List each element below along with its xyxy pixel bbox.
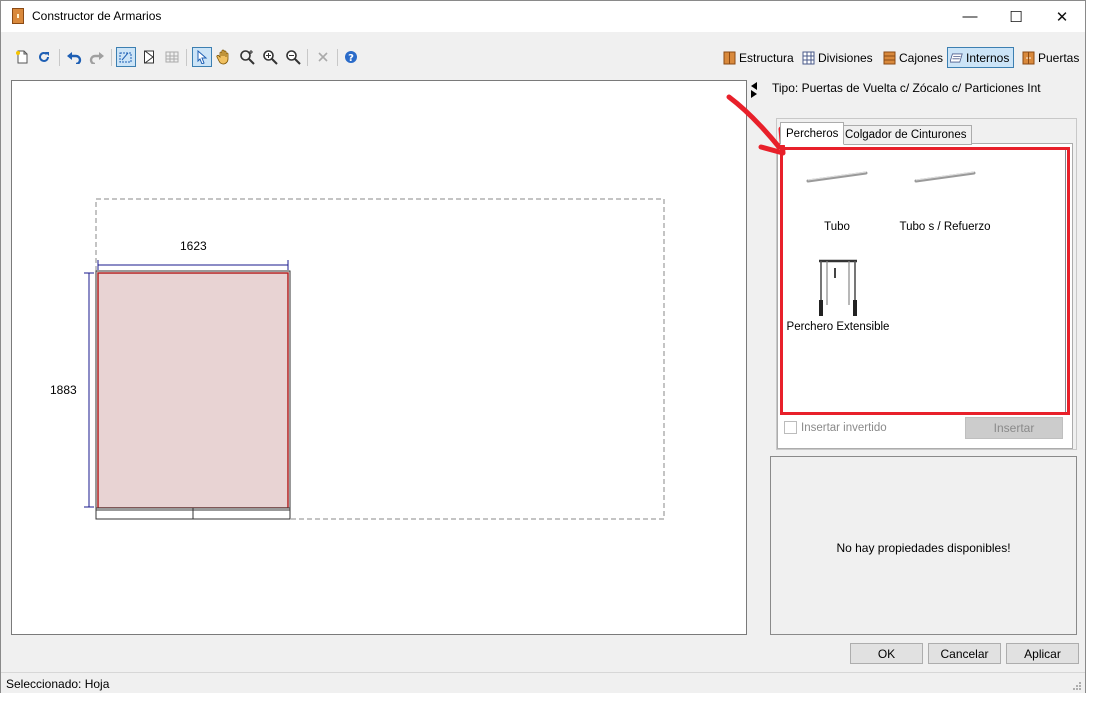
zoom-out-icon: [286, 50, 301, 65]
status-text: Seleccionado: Hoja: [6, 677, 110, 691]
door-icon: [144, 50, 154, 64]
pointer-icon: [197, 50, 208, 64]
window-title: Constructor de Armarios: [32, 9, 162, 23]
window: Constructor de Armarios — ☐ ✕ ? Estructu…: [0, 0, 1086, 693]
mode-label: Divisiones: [818, 50, 873, 65]
mode-divisiones-button[interactable]: Divisiones: [800, 47, 877, 68]
redo-icon: [89, 52, 104, 64]
toolbar: ? Estructura Divisiones Cajones Internos…: [1, 45, 1085, 71]
mode-estructura-button[interactable]: Estructura: [721, 47, 798, 68]
delete-icon: [318, 52, 328, 62]
zoom-out-button[interactable]: [283, 47, 303, 67]
help-icon: ?: [345, 51, 357, 64]
resize-grip-icon[interactable]: [1072, 681, 1082, 691]
ok-button[interactable]: OK: [850, 643, 923, 664]
refresh-icon: [39, 51, 49, 62]
pan-hand-button[interactable]: [214, 47, 234, 67]
select-shape-icon: [119, 52, 132, 63]
tab-label: Colgador de Cinturones: [845, 129, 967, 141]
select-shape-button[interactable]: [116, 47, 136, 67]
grid-tool-button[interactable]: [162, 47, 182, 67]
selected-leaf-panel: [97, 272, 289, 509]
mode-label: Estructura: [739, 50, 794, 65]
zoom-in-icon: [263, 50, 278, 65]
refresh-button[interactable]: [34, 47, 54, 67]
door-icon: [1022, 51, 1035, 64]
mode-label: Internos: [966, 50, 1010, 65]
pointer-button[interactable]: [192, 47, 212, 67]
minimize-icon: —: [962, 8, 978, 25]
insert-button[interactable]: Insertar: [965, 417, 1063, 439]
door-tool-button[interactable]: [139, 47, 159, 67]
wardrobe-icon: [723, 51, 736, 64]
status-bar: Seleccionado: Hoja: [1, 672, 1085, 693]
cancel-button[interactable]: Cancelar: [928, 643, 1001, 664]
title-bar: Constructor de Armarios — ☐ ✕: [1, 1, 1085, 32]
checkbox-label: Insertar invertido: [801, 421, 887, 434]
undo-button[interactable]: [64, 47, 84, 67]
new-button[interactable]: [12, 47, 32, 67]
wardrobe-drawing[interactable]: [12, 81, 746, 634]
grid-icon: [802, 51, 815, 64]
design-canvas[interactable]: 1623 1883: [11, 80, 747, 635]
zoom-fit-button[interactable]: [237, 47, 257, 67]
minimize-button[interactable]: —: [947, 1, 993, 32]
properties-panel: No hay propiedades disponibles!: [770, 456, 1077, 635]
zoom-fit-icon: [240, 50, 255, 65]
mode-label: Puertas: [1038, 50, 1080, 65]
close-button[interactable]: ✕: [1039, 1, 1085, 32]
annotation-highlight-box: [780, 147, 1070, 415]
svg-text:?: ?: [348, 53, 354, 64]
checkbox-box[interactable]: [784, 421, 797, 434]
insert-inverted-checkbox[interactable]: Insertar invertido: [784, 421, 887, 434]
redo-button[interactable]: [87, 47, 107, 67]
undo-icon: [67, 52, 82, 64]
tipo-label: Tipo: Puertas de Vuelta c/ Zócalo c/ Par…: [772, 81, 1041, 95]
delete-button[interactable]: [313, 47, 333, 67]
height-dimension-label: 1883: [50, 383, 77, 397]
maximize-button[interactable]: ☐: [993, 1, 1039, 32]
tab-percheros[interactable]: Percheros: [780, 122, 845, 145]
interior-icon: [950, 53, 963, 62]
apply-button[interactable]: Aplicar: [1006, 643, 1079, 664]
wardrobe-app-icon: [12, 8, 24, 24]
grid-icon: [165, 51, 179, 63]
toolbar-separator: [186, 49, 187, 66]
toolbar-separator: [307, 49, 308, 66]
zoom-in-button[interactable]: [260, 47, 280, 67]
mode-cajones-button[interactable]: Cajones: [881, 47, 947, 68]
width-dimension-label: 1623: [180, 239, 207, 253]
toolbar-separator: [337, 49, 338, 66]
pan-hand-icon: [216, 49, 229, 65]
new-icon: [16, 50, 28, 64]
mode-internos-button[interactable]: Internos: [947, 47, 1015, 68]
mode-puertas-button[interactable]: Puertas: [1020, 47, 1083, 68]
drawers-icon: [883, 51, 896, 64]
toolbar-separator: [59, 49, 60, 66]
tab-colgador-cinturones[interactable]: Colgador de Cinturones: [839, 125, 973, 145]
close-icon: ✕: [1055, 8, 1069, 26]
help-button[interactable]: ?: [341, 47, 361, 67]
mode-label: Cajones: [899, 50, 944, 65]
tab-label: Percheros: [786, 127, 839, 140]
toolbar-separator: [111, 49, 112, 66]
properties-message: No hay propiedades disponibles!: [836, 541, 1011, 555]
maximize-icon: ☐: [1009, 8, 1023, 26]
